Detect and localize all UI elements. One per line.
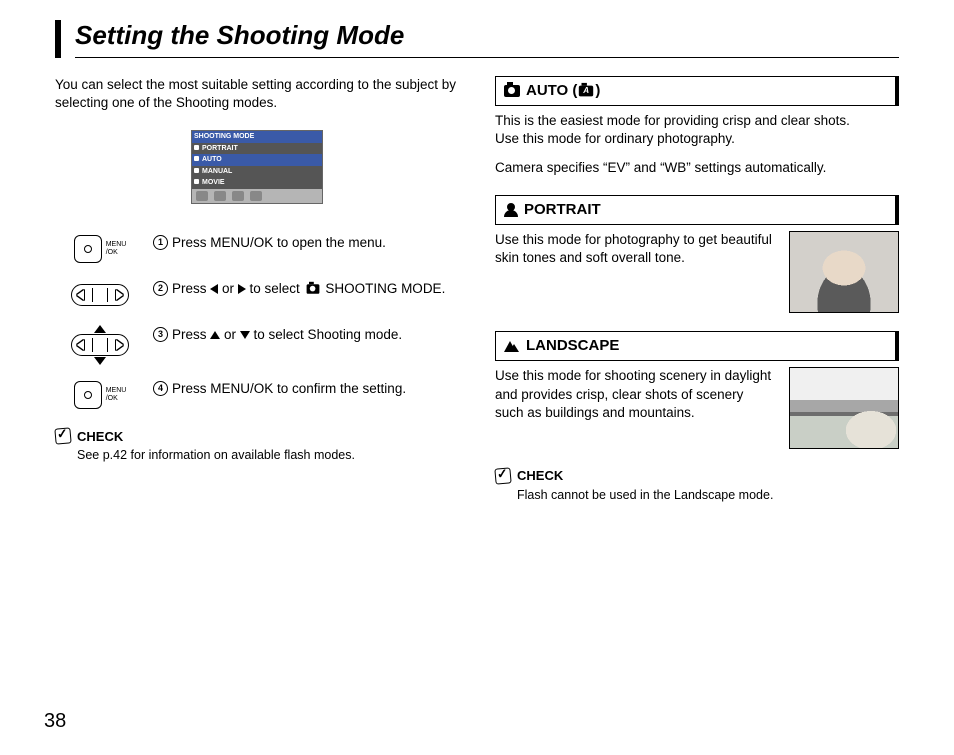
section-header-portrait: PORTRAIT bbox=[495, 195, 899, 225]
lcd-item-0: PORTRAIT bbox=[192, 143, 322, 154]
check-text: Flash cannot be used in the Landscape mo… bbox=[495, 487, 899, 504]
menu-ok-label: MENU /OK bbox=[106, 387, 127, 402]
step-number-3: 3 bbox=[153, 327, 168, 342]
lcd-header: SHOOTING MODE bbox=[192, 131, 322, 142]
landscape-icon bbox=[504, 340, 520, 352]
left-column: You can select the most suitable setting… bbox=[55, 76, 459, 504]
step3-icon bbox=[55, 326, 145, 364]
lcd-item-3: MOVIE bbox=[192, 177, 322, 188]
step3-text: 3 Press or to select Shooting mode. bbox=[153, 326, 459, 344]
check-text: See p.42 for information on available fl… bbox=[55, 447, 459, 464]
step-list: MENU /OK 1 Press MENU/OK to open the men… bbox=[55, 234, 459, 410]
step2-icon bbox=[55, 280, 145, 310]
section-body-auto: This is the easiest mode for providing c… bbox=[495, 112, 899, 177]
up-down-button-icon bbox=[71, 326, 129, 364]
step-number-1: 1 bbox=[153, 235, 168, 250]
check-icon bbox=[54, 428, 71, 445]
down-arrow-icon bbox=[240, 331, 250, 339]
step-number-2: 2 bbox=[153, 281, 168, 296]
title-bar: Setting the Shooting Mode bbox=[55, 20, 899, 58]
section-header-auto: AUTO () bbox=[495, 76, 899, 106]
page-title: Setting the Shooting Mode bbox=[75, 20, 899, 58]
step4-text: 4 Press MENU/OK to confirm the setting. bbox=[153, 380, 459, 398]
step4-icon: MENU /OK bbox=[55, 380, 145, 410]
up-arrow-icon bbox=[210, 331, 220, 339]
page-number: 38 bbox=[44, 710, 66, 733]
step1-icon: MENU /OK bbox=[55, 234, 145, 264]
menu-ok-button-icon bbox=[74, 381, 102, 409]
check-icon bbox=[494, 468, 511, 485]
camera-auto-icon bbox=[579, 86, 593, 97]
left-right-button-icon bbox=[71, 284, 129, 306]
check-block-left: CHECK See p.42 for information on availa… bbox=[55, 428, 459, 464]
portrait-icon bbox=[504, 203, 518, 217]
step1-text: 1 Press MENU/OK to open the menu. bbox=[153, 234, 459, 252]
check-label: CHECK bbox=[517, 467, 563, 485]
right-column: AUTO () This is the easiest mode for pro… bbox=[495, 76, 899, 504]
content-columns: You can select the most suitable setting… bbox=[55, 76, 899, 504]
lcd-item-1: AUTO bbox=[192, 154, 322, 165]
camera-icon bbox=[504, 85, 520, 97]
check-block-right: CHECK Flash cannot be used in the Landsc… bbox=[495, 467, 899, 503]
menu-ok-label: MENU /OK bbox=[106, 241, 127, 256]
lcd-illustration: SHOOTING MODE PORTRAIT AUTO MANUAL MOVIE bbox=[191, 130, 323, 203]
section-header-landscape: LANDSCAPE bbox=[495, 331, 899, 361]
check-label: CHECK bbox=[77, 428, 123, 446]
lcd-footer bbox=[192, 189, 322, 203]
right-arrow-icon bbox=[238, 284, 246, 294]
manual-page: Setting the Shooting Mode You can select… bbox=[0, 0, 954, 755]
lcd-item-2: MANUAL bbox=[192, 166, 322, 177]
step-number-4: 4 bbox=[153, 381, 168, 396]
intro-text: You can select the most suitable setting… bbox=[55, 76, 459, 112]
section-body-portrait: Use this mode for photography to get bea… bbox=[495, 231, 899, 313]
section-body-landscape: Use this mode for shooting scenery in da… bbox=[495, 367, 899, 449]
landscape-sample-image bbox=[789, 367, 899, 449]
menu-ok-button-icon bbox=[74, 235, 102, 263]
camera-icon bbox=[306, 284, 319, 294]
portrait-sample-image bbox=[789, 231, 899, 313]
step2-text: 2 Press or to select SHOOTING MODE. bbox=[153, 280, 459, 298]
